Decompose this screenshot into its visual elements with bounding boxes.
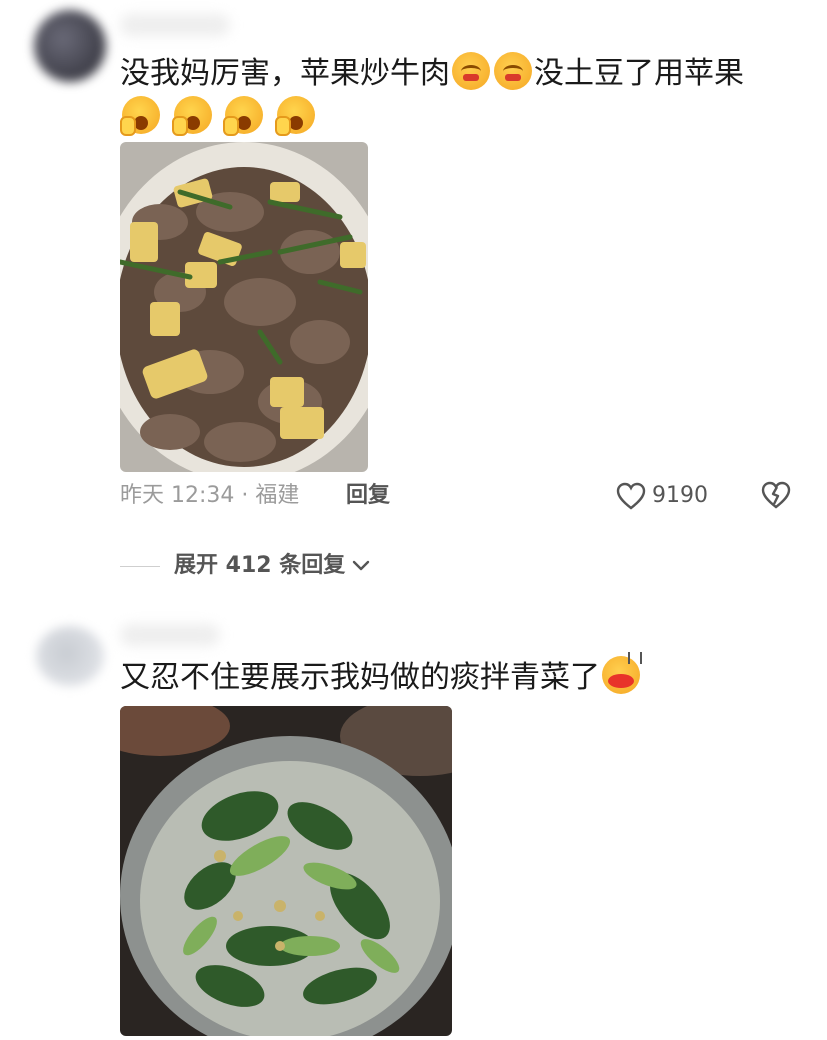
comment-photo-greens[interactable] — [120, 706, 452, 1036]
shocked-emoji-icon — [171, 96, 212, 136]
reply-button[interactable]: 回复 — [346, 478, 390, 514]
username[interactable] — [120, 14, 230, 36]
shocked-emoji-icon — [120, 96, 160, 136]
like-count: 9190 — [652, 483, 708, 508]
beef-stir-fry-image — [120, 142, 368, 472]
expand-replies-label: 展开 412 条回复 — [174, 553, 346, 578]
comment-text-part-1: 又忍不住要展示我妈做的痰拌青菜了 — [120, 660, 600, 695]
timestamp-location: 昨天 12:34 · 福建 — [120, 483, 300, 508]
comment-text-part-1: 没我妈厉害，苹果炒牛肉 — [120, 56, 450, 91]
comment-text: 没我妈厉害，苹果炒牛肉 没土豆了用苹果 — [120, 52, 790, 140]
shocked-emoji-icon — [223, 96, 264, 136]
username[interactable] — [120, 624, 220, 646]
divider — [120, 565, 160, 567]
shocked-emoji-icon — [274, 96, 315, 136]
comment-photo-beef[interactable] — [120, 142, 368, 472]
heart-outline-icon — [616, 482, 646, 510]
grimace-emoji-icon — [494, 52, 532, 90]
grimace-emoji-icon — [452, 52, 490, 90]
like-button[interactable]: 9190 — [616, 478, 708, 514]
greens-soup-image — [120, 706, 452, 1036]
expand-replies-button[interactable]: 展开 412 条回复 — [120, 548, 371, 584]
comment-1: 没我妈厉害，苹果炒牛肉 没土豆了用苹果 昨天 12:34 · 福建 回复 919… — [0, 0, 827, 600]
comment-meta: 昨天 12:34 · 福建 回复 9190 — [120, 478, 800, 514]
comment-2: 又忍不住要展示我妈做的痰拌青菜了 — [0, 610, 827, 1040]
drooling-emoji-icon — [602, 652, 642, 694]
chevron-down-icon — [353, 560, 370, 571]
dislike-button[interactable] — [760, 480, 792, 522]
avatar[interactable] — [36, 626, 104, 686]
comment-text: 又忍不住要展示我妈做的痰拌青菜了 — [120, 652, 790, 700]
broken-heart-icon — [761, 481, 791, 509]
comment-text-part-2: 没土豆了用苹果 — [534, 56, 744, 91]
avatar[interactable] — [34, 10, 106, 82]
